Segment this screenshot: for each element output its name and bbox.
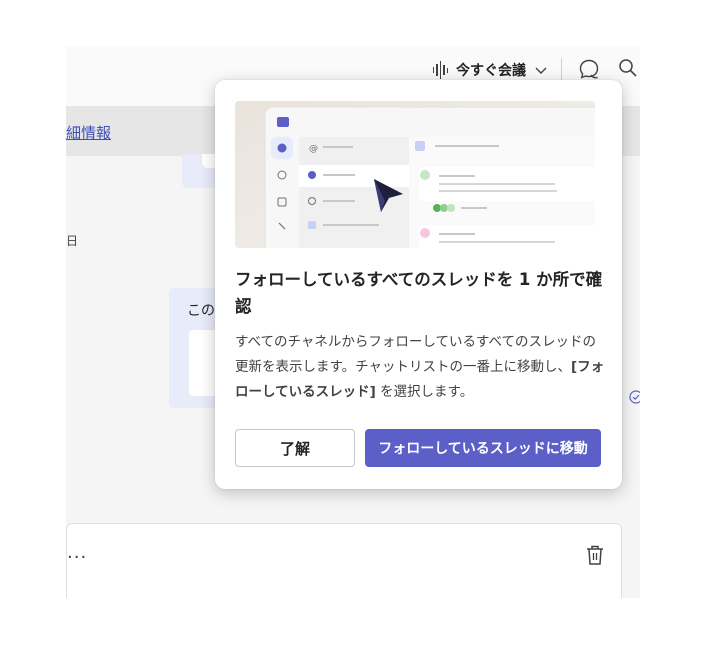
- date-label: 日: [66, 234, 79, 248]
- chat-bubble-icon[interactable]: [578, 58, 600, 80]
- more-options-icon[interactable]: ...: [67, 542, 87, 563]
- svg-text:@: @: [309, 144, 318, 154]
- go-to-followed-threads-button[interactable]: フォローしているスレッドに移動: [365, 429, 601, 467]
- coachmark-popup: @ フォローしているすべてのスレッドを 1 か所で確認 すべてのチャネルからフォ…: [215, 80, 622, 489]
- popup-title: フォローしているすべてのスレッドを 1 か所で確認: [235, 270, 603, 316]
- details-link[interactable]: 細情報: [66, 122, 111, 143]
- compose-box[interactable]: ...: [66, 523, 622, 598]
- popup-body-text: すべてのチャネルからフォローしているすべてのスレッドの更新を表示します。チャット…: [235, 334, 596, 375]
- header-divider: [561, 58, 562, 82]
- meet-now-icon: [432, 61, 448, 79]
- read-receipt-icon: [629, 390, 640, 404]
- got-it-button[interactable]: 了解: [235, 429, 355, 467]
- popup-body-suffix: を選択します。: [375, 384, 474, 400]
- chevron-down-icon: [535, 67, 547, 74]
- search-icon[interactable]: [618, 58, 638, 78]
- meet-now-label: 今すぐ会議: [456, 63, 526, 79]
- message-text: この: [187, 303, 215, 319]
- teams-window: 今すぐ会議 細情報 日 この ... @ フォローしているすべてのスレッドを 1…: [0, 0, 707, 645]
- followed-threads-illustration: @: [235, 101, 595, 248]
- trash-icon[interactable]: [585, 544, 605, 566]
- popup-description: すべてのチャネルからフォローしているすべてのスレッドの更新を表示します。チャット…: [235, 330, 605, 405]
